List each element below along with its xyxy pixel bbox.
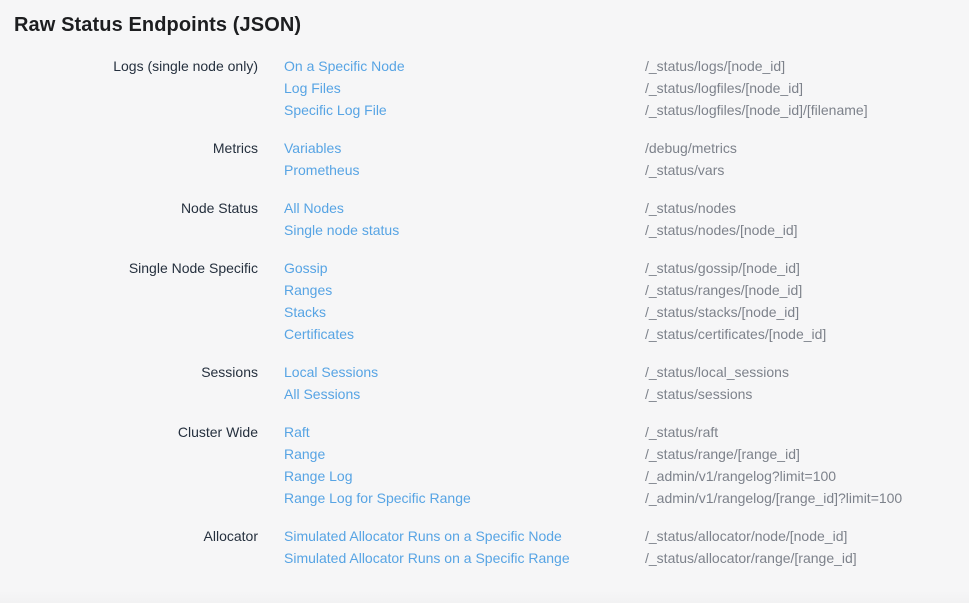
endpoint-link[interactable]: Certificates: [284, 323, 637, 345]
endpoint-link[interactable]: Range: [284, 443, 637, 465]
category-label: Allocator: [0, 525, 258, 569]
paths-cell: /_status/raft/_status/range/[range_id]/_…: [637, 421, 969, 509]
category-label: Logs (single node only): [0, 55, 258, 121]
endpoint-path: /_status/nodes: [645, 197, 969, 219]
endpoint-link[interactable]: Prometheus: [284, 159, 637, 181]
endpoints-table: Logs (single node only) On a Specific No…: [0, 55, 969, 569]
endpoint-section: Allocator Simulated Allocator Runs on a …: [0, 525, 969, 569]
endpoint-path: /_status/allocator/range/[range_id]: [645, 547, 969, 569]
endpoint-link[interactable]: Gossip: [284, 257, 637, 279]
endpoint-link[interactable]: Stacks: [284, 301, 637, 323]
endpoint-section: Logs (single node only) On a Specific No…: [0, 55, 969, 121]
endpoint-path: /_status/logfiles/[node_id]/[filename]: [645, 99, 969, 121]
endpoint-path: /_status/certificates/[node_id]: [645, 323, 969, 345]
endpoint-link[interactable]: Log Files: [284, 77, 637, 99]
endpoint-path: /_admin/v1/rangelog/[range_id]?limit=100: [645, 487, 969, 509]
endpoint-section: Sessions Local SessionsAll Sessions /_st…: [0, 361, 969, 405]
category-label: Single Node Specific: [0, 257, 258, 345]
page-title: Raw Status Endpoints (JSON): [14, 13, 969, 37]
endpoint-path: /_status/ranges/[node_id]: [645, 279, 969, 301]
category-label: Node Status: [0, 197, 258, 241]
endpoint-path: /_status/range/[range_id]: [645, 443, 969, 465]
category-label: Cluster Wide: [0, 421, 258, 509]
endpoint-link[interactable]: Simulated Allocator Runs on a Specific R…: [284, 547, 637, 569]
endpoint-link[interactable]: Single node status: [284, 219, 637, 241]
links-cell: All NodesSingle node status: [258, 197, 637, 241]
endpoint-link[interactable]: Simulated Allocator Runs on a Specific N…: [284, 525, 637, 547]
endpoint-link[interactable]: Ranges: [284, 279, 637, 301]
category-label: Metrics: [0, 137, 258, 181]
endpoint-link[interactable]: On a Specific Node: [284, 55, 637, 77]
endpoint-path: /_status/sessions: [645, 383, 969, 405]
endpoint-link[interactable]: Local Sessions: [284, 361, 637, 383]
endpoint-link[interactable]: Specific Log File: [284, 99, 637, 121]
paths-cell: /_status/nodes/_status/nodes/[node_id]: [637, 197, 969, 241]
endpoint-path: /debug/metrics: [645, 137, 969, 159]
endpoint-section: Metrics VariablesPrometheus /debug/metri…: [0, 137, 969, 181]
links-cell: Simulated Allocator Runs on a Specific N…: [258, 525, 637, 569]
links-cell: RaftRangeRange LogRange Log for Specific…: [258, 421, 637, 509]
paths-cell: /_status/allocator/node/[node_id]/_statu…: [637, 525, 969, 569]
paths-cell: /_status/gossip/[node_id]/_status/ranges…: [637, 257, 969, 345]
endpoint-path: /_status/logfiles/[node_id]: [645, 77, 969, 99]
endpoint-link[interactable]: Variables: [284, 137, 637, 159]
paths-cell: /_status/logs/[node_id]/_status/logfiles…: [637, 55, 969, 121]
endpoint-path: /_status/allocator/node/[node_id]: [645, 525, 969, 547]
endpoint-link[interactable]: All Nodes: [284, 197, 637, 219]
endpoint-section: Node Status All NodesSingle node status …: [0, 197, 969, 241]
links-cell: Local SessionsAll Sessions: [258, 361, 637, 405]
endpoint-section: Cluster Wide RaftRangeRange LogRange Log…: [0, 421, 969, 509]
endpoint-path: /_status/stacks/[node_id]: [645, 301, 969, 323]
paths-cell: /_status/local_sessions/_status/sessions: [637, 361, 969, 405]
endpoint-link[interactable]: Range Log: [284, 465, 637, 487]
endpoint-path: /_status/logs/[node_id]: [645, 55, 969, 77]
links-cell: VariablesPrometheus: [258, 137, 637, 181]
endpoint-path: /_status/local_sessions: [645, 361, 969, 383]
endpoint-path: /_admin/v1/rangelog?limit=100: [645, 465, 969, 487]
paths-cell: /debug/metrics/_status/vars: [637, 137, 969, 181]
links-cell: GossipRangesStacksCertificates: [258, 257, 637, 345]
category-label: Sessions: [0, 361, 258, 405]
endpoint-path: /_status/nodes/[node_id]: [645, 219, 969, 241]
endpoint-link[interactable]: Raft: [284, 421, 637, 443]
endpoint-path: /_status/gossip/[node_id]: [645, 257, 969, 279]
endpoint-link[interactable]: Range Log for Specific Range: [284, 487, 637, 509]
endpoint-section: Single Node Specific GossipRangesStacksC…: [0, 257, 969, 345]
endpoint-path: /_status/vars: [645, 159, 969, 181]
links-cell: On a Specific NodeLog FilesSpecific Log …: [258, 55, 637, 121]
endpoint-link[interactable]: All Sessions: [284, 383, 637, 405]
endpoint-path: /_status/raft: [645, 421, 969, 443]
